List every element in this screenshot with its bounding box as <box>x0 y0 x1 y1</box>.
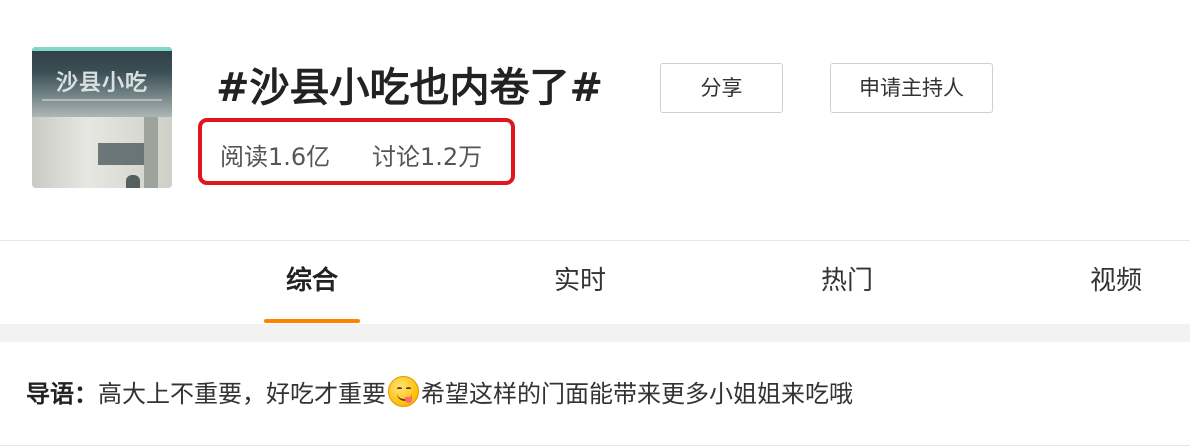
share-button[interactable]: 分享 <box>660 63 783 113</box>
tab-video[interactable]: 视频 <box>1066 261 1166 301</box>
topic-intro: 导语：高大上不重要，好吃才重要 希望这样的门面能带来更多小姐姐来吃哦 <box>0 342 1190 448</box>
tab-hot[interactable]: 热门 <box>797 261 897 301</box>
active-tab-indicator <box>264 319 360 323</box>
intro-text-part2: 希望这样的门面能带来更多小姐姐来吃哦 <box>421 380 853 408</box>
section-gap <box>0 324 1190 342</box>
thumbnail-window <box>98 143 144 165</box>
tab-bar: 综合 实时 热门 视频 <box>0 241 1190 324</box>
topic-title: #沙县小吃也内卷了# <box>216 65 604 111</box>
apply-host-button[interactable]: 申请主持人 <box>830 63 993 113</box>
intro-line: 导语：高大上不重要，好吃才重要 希望这样的门面能带来更多小姐姐来吃哦 <box>26 374 853 414</box>
thumbnail-sign-subline <box>42 99 162 101</box>
thumbnail-top-strip <box>32 47 172 51</box>
topic-page: 沙县小吃 #沙县小吃也内卷了# 分享 申请主持人 阅读1.6亿 讨论1.2万 综… <box>0 0 1190 448</box>
smiley-tongue-icon <box>388 376 419 407</box>
topic-thumbnail[interactable]: 沙县小吃 <box>32 47 172 188</box>
topic-header: 沙县小吃 #沙县小吃也内卷了# 分享 申请主持人 阅读1.6亿 讨论1.2万 <box>0 0 1190 240</box>
discussion-count: 讨论1.2万 <box>372 143 483 171</box>
read-count: 阅读1.6亿 <box>220 143 331 171</box>
intro-label: 导语： <box>26 380 98 408</box>
intro-divider <box>0 445 1190 446</box>
thumbnail-person <box>126 175 140 188</box>
thumbnail-sign-text: 沙县小吃 <box>55 71 148 96</box>
thumbnail-pillar <box>144 117 158 188</box>
tab-comprehensive[interactable]: 综合 <box>262 261 362 301</box>
tab-realtime[interactable]: 实时 <box>530 261 630 301</box>
intro-text-part1: 高大上不重要，好吃才重要 <box>98 380 386 408</box>
